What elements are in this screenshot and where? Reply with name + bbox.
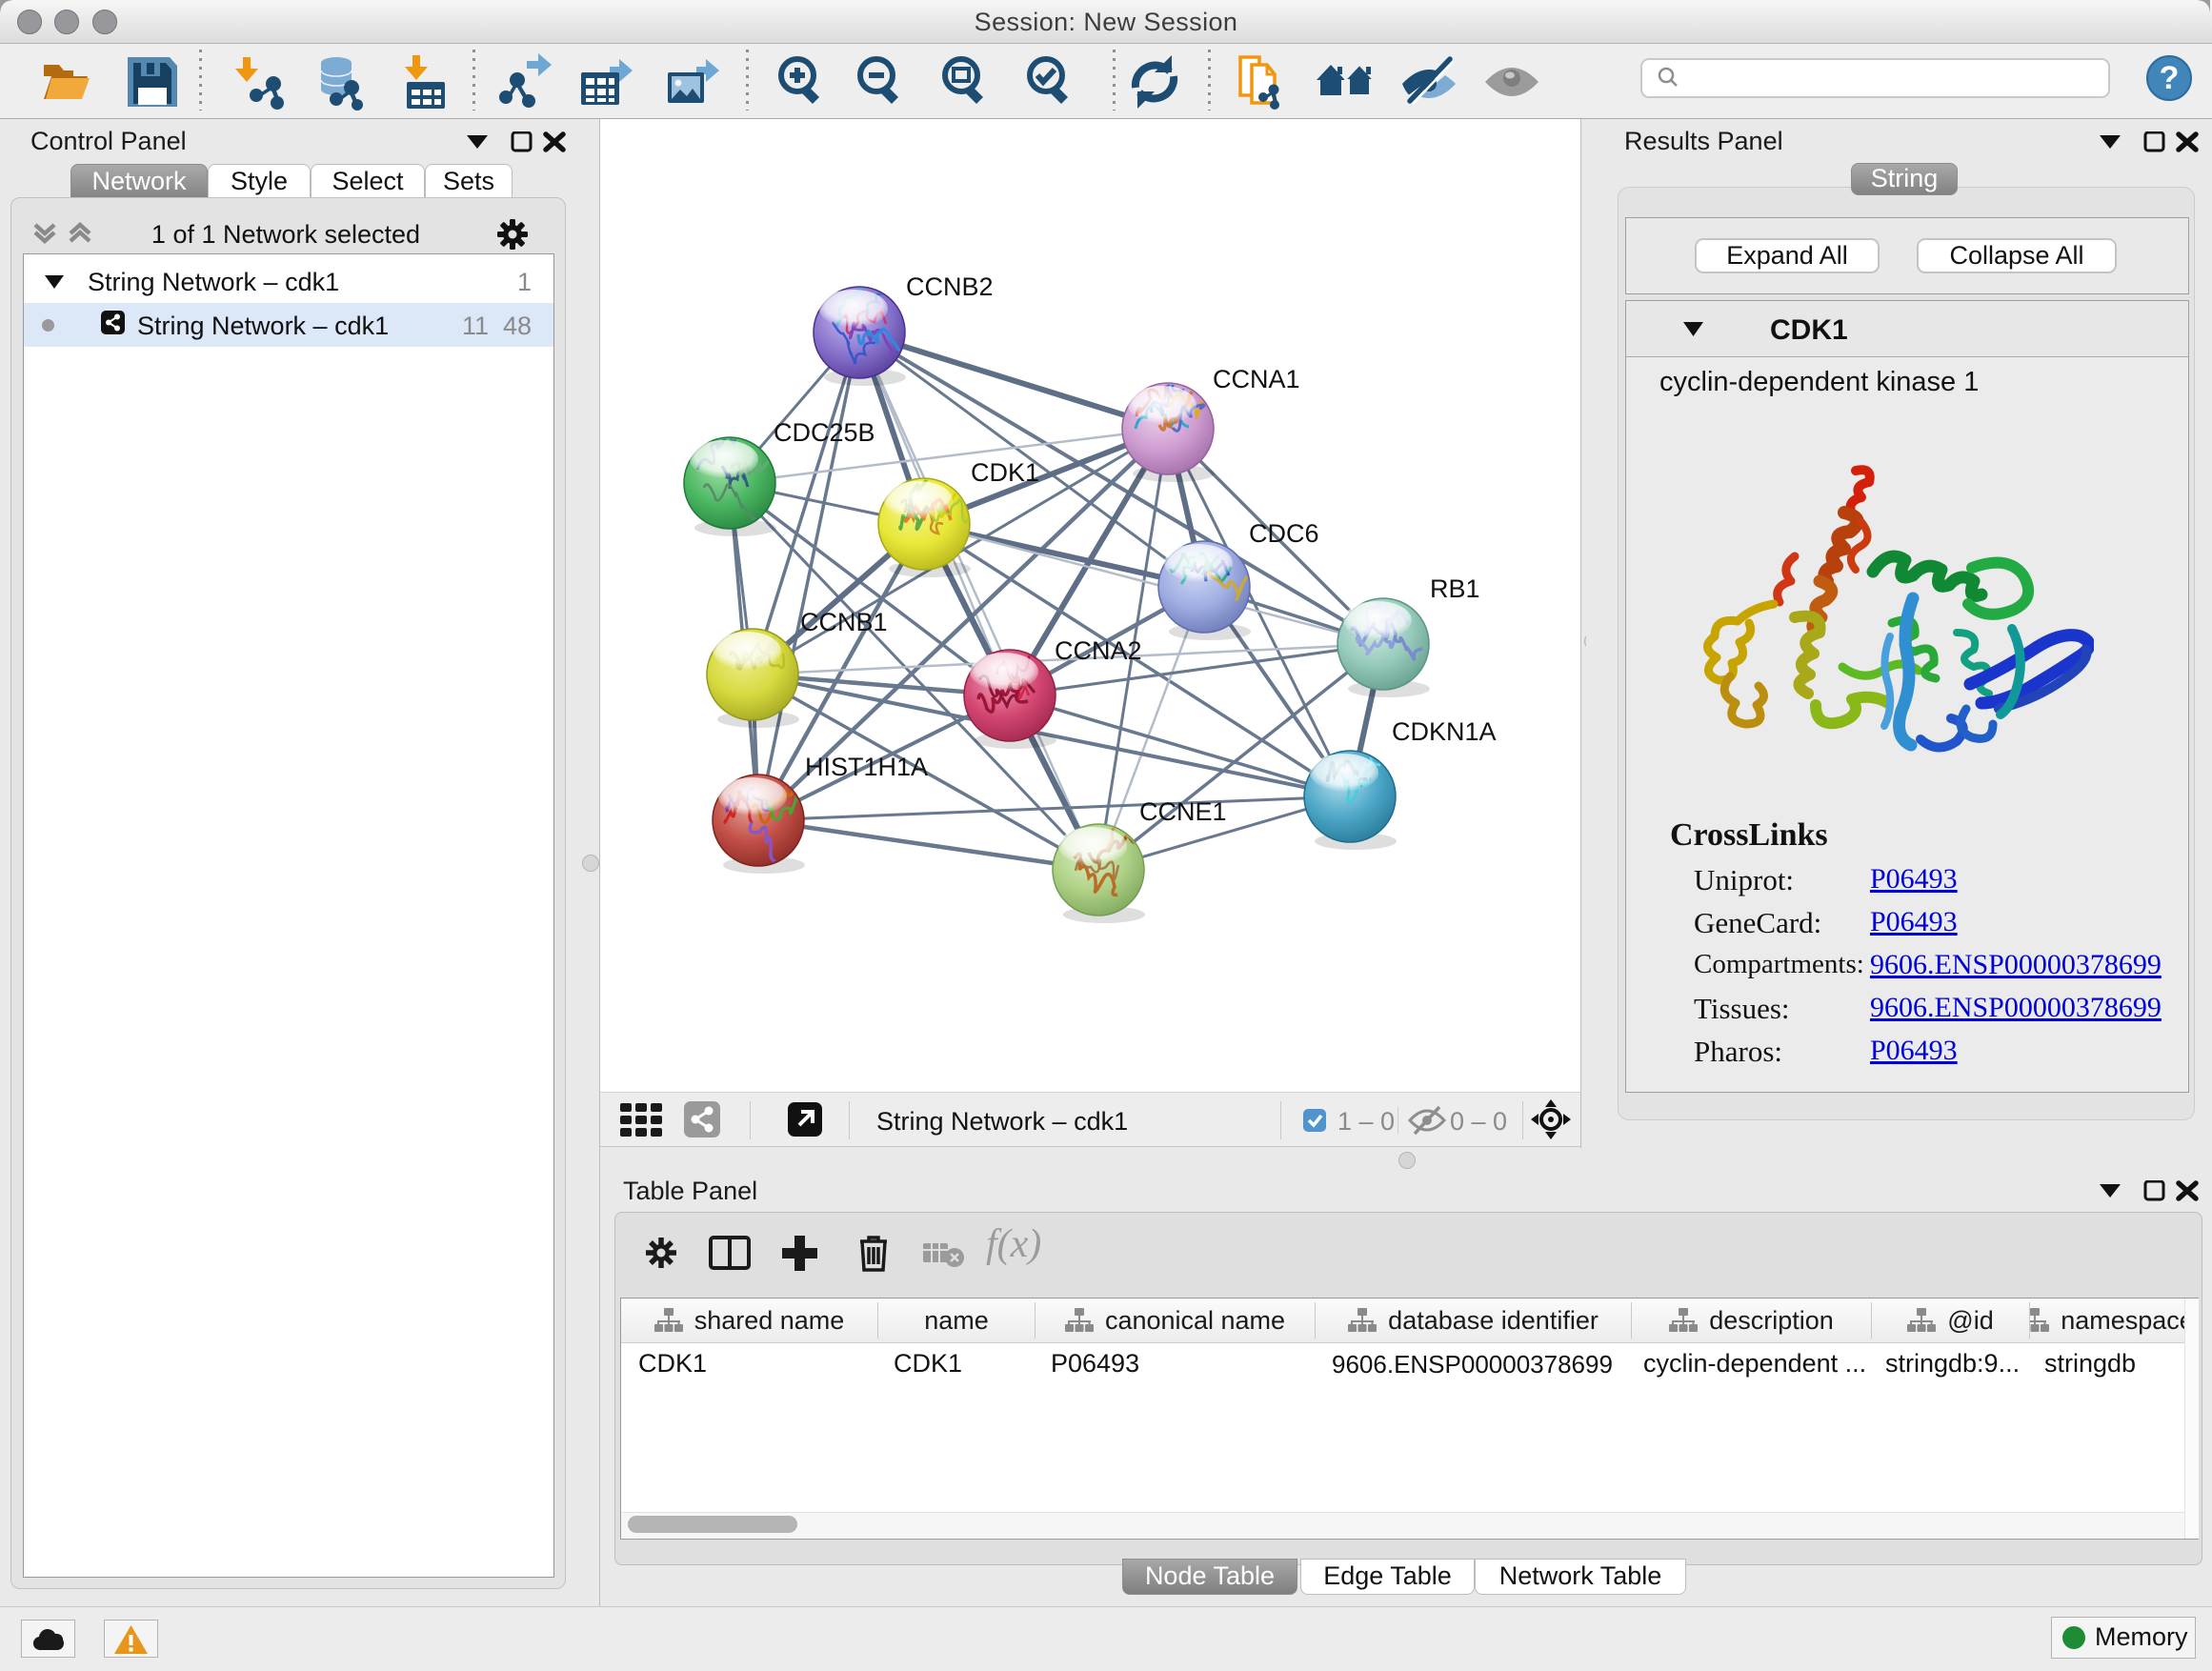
- svg-text:?: ?: [2160, 60, 2180, 96]
- svg-text:HIST1H1A: HIST1H1A: [805, 753, 928, 781]
- svg-text:CCNB2: CCNB2: [906, 272, 994, 301]
- svg-text:CDK1: CDK1: [971, 458, 1039, 487]
- svg-text:CCNB1: CCNB1: [800, 608, 888, 636]
- svg-text:CDC6: CDC6: [1249, 519, 1319, 548]
- svg-text:CCNA2: CCNA2: [1055, 636, 1142, 665]
- svg-text:CCNA1: CCNA1: [1213, 365, 1300, 393]
- svg-text:CCNE1: CCNE1: [1139, 797, 1227, 826]
- svg-text:CDKN1A: CDKN1A: [1392, 717, 1497, 746]
- svg-text:CDC25B: CDC25B: [774, 418, 875, 447]
- svg-text:RB1: RB1: [1430, 574, 1480, 603]
